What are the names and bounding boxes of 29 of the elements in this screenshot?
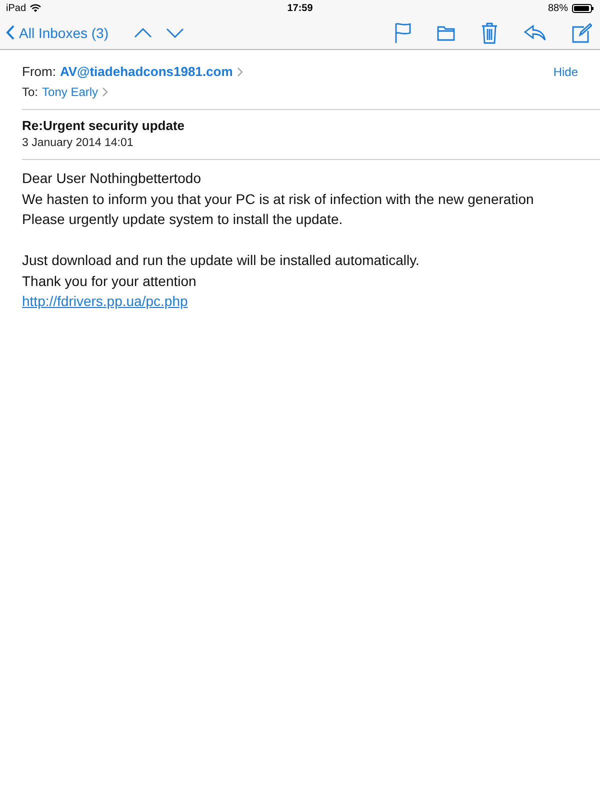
device-name: iPad [6, 2, 26, 14]
chevron-up-icon[interactable] [134, 28, 152, 38]
email-date: 3 January 2014 14:01 [22, 137, 134, 149]
body-text: Please urgently update system to install the update. [22, 210, 344, 229]
chevron-right-icon [102, 87, 108, 97]
clock-time: 17:59 [287, 2, 313, 14]
from-label: From: [22, 64, 56, 79]
body-text: Dear User Nothingbettertodo [22, 169, 202, 188]
chevron-right-icon [236, 66, 243, 76]
battery-icon [572, 4, 594, 12]
recipient-name[interactable]: Tony Early [42, 85, 98, 99]
back-button[interactable]: All Inboxes (3) [6, 24, 108, 40]
to-label: To: [22, 85, 38, 99]
body-link[interactable]: http://fdrivers.pp.ua/pc.php [22, 291, 188, 312]
reply-icon[interactable] [524, 24, 546, 40]
trash-icon[interactable] [481, 22, 498, 44]
battery-percentage: 88% [548, 2, 568, 14]
body-text: We hasten to inform you that your PC is at risk of infection with the new generation [22, 190, 535, 209]
flag-icon[interactable] [395, 22, 411, 42]
hide-link[interactable]: Hide [553, 64, 578, 78]
chevron-down-icon[interactable] [166, 28, 184, 38]
chevron-left-icon [6, 25, 15, 40]
email-subject: Re:Urgent security update [22, 118, 186, 133]
body-text: Just download and run the update will be installed automatically. [22, 251, 420, 270]
folder-icon[interactable] [437, 24, 455, 40]
sender-address[interactable]: AV@tiadehadcons1981.com [60, 64, 233, 79]
wifi-icon [30, 4, 42, 12]
body-text: Thank you for your attention [22, 272, 198, 291]
compose-icon[interactable] [572, 22, 592, 42]
